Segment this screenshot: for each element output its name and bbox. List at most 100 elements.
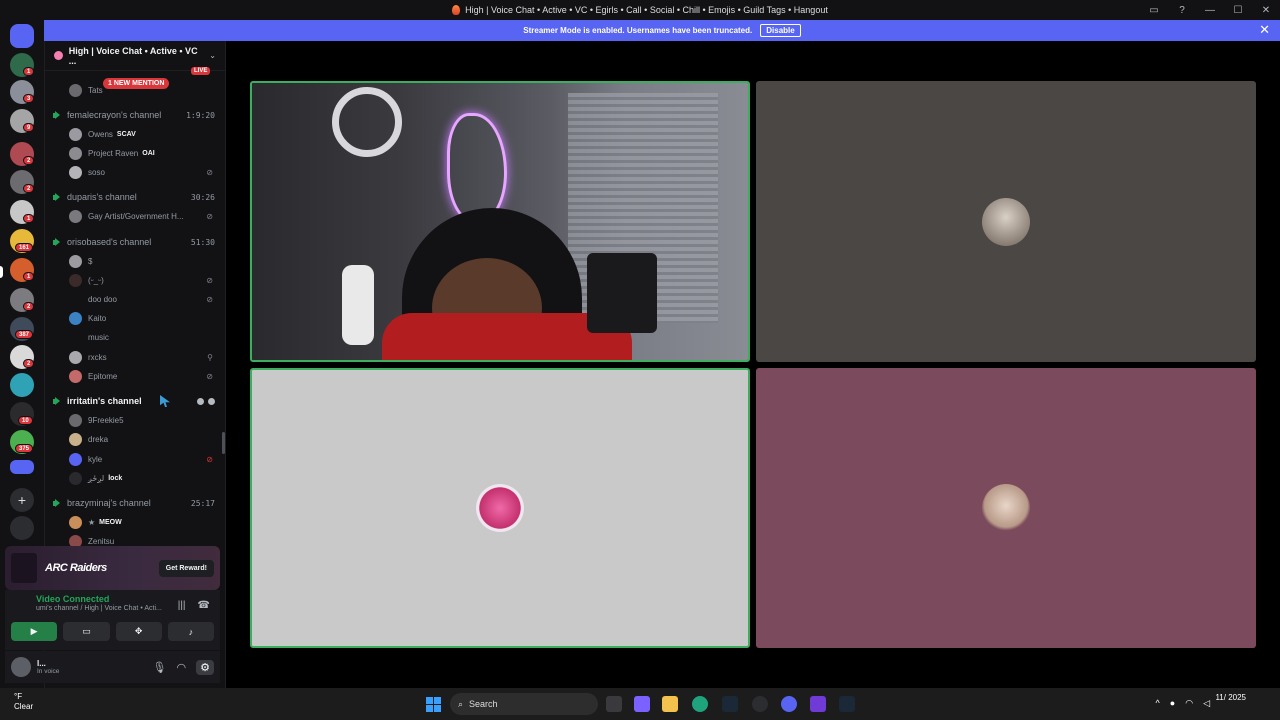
channel-name: orisobased's channel bbox=[67, 237, 152, 247]
chat-icon[interactable] bbox=[197, 397, 204, 405]
close-button[interactable]: ✕ bbox=[1252, 5, 1280, 16]
discover-icon[interactable] bbox=[10, 516, 34, 540]
deafened-icon: ⊘ bbox=[206, 276, 213, 285]
windows-taskbar: °F Clear ⌕ Search ^ ● ◠ ◁ 11/ 2025 bbox=[0, 688, 1280, 720]
username: soso bbox=[88, 168, 105, 177]
start-icon[interactable] bbox=[426, 697, 441, 712]
username: Gay Artist/Government H... bbox=[88, 212, 184, 221]
video-tile-avatar[interactable] bbox=[250, 368, 750, 648]
username: Tats bbox=[88, 86, 103, 95]
server-icon[interactable] bbox=[10, 460, 34, 474]
unread-badge: 2 bbox=[23, 184, 35, 193]
voice-user[interactable]: Gay Artist/Government H... ⊘ bbox=[69, 208, 219, 225]
voice-user[interactable]: (ᵕ_ᵕ) ⊘ bbox=[69, 272, 219, 289]
voice-user[interactable]: Project Raven OAI bbox=[69, 145, 219, 162]
help-icon[interactable]: ? bbox=[1168, 5, 1196, 16]
channel-actions bbox=[197, 397, 215, 405]
voice-user[interactable]: 9Freekie5 bbox=[69, 412, 219, 429]
channel-name: irritatin's channel bbox=[67, 396, 142, 406]
microphone-icon[interactable]: ● bbox=[1170, 698, 1175, 709]
chevron-up-icon[interactable]: ^ bbox=[1156, 698, 1160, 709]
streamer-mode-banner: Streamer Mode is enabled. Usernames have… bbox=[44, 20, 1280, 41]
voice-user[interactable]: music bbox=[69, 329, 219, 346]
maximize-button[interactable]: ☐ bbox=[1224, 5, 1252, 16]
voice-user[interactable]: doo doo ⊘ bbox=[69, 291, 219, 308]
voice-channel-active[interactable]: irritatin's channel bbox=[44, 393, 224, 409]
minimize-button[interactable]: — bbox=[1196, 5, 1224, 16]
steam-icon[interactable] bbox=[839, 696, 855, 712]
unread-badge: 2 bbox=[23, 302, 35, 311]
camera-button[interactable]: ▶ bbox=[11, 622, 58, 641]
voice-channel[interactable]: orisobased's channel 51:30 bbox=[44, 234, 224, 250]
headphones-icon[interactable]: ◠ bbox=[177, 661, 187, 674]
app-icon[interactable] bbox=[810, 696, 826, 712]
app-icon[interactable] bbox=[752, 696, 768, 712]
avatar bbox=[69, 472, 82, 485]
waveform-icon[interactable]: ||| bbox=[178, 600, 186, 611]
voice-user[interactable]: Kaito bbox=[69, 310, 219, 327]
guild-tag: lock bbox=[108, 475, 123, 482]
server-flame-icon bbox=[452, 5, 461, 15]
voice-user[interactable]: rxcks ⚲ bbox=[69, 349, 219, 366]
voice-channel[interactable]: brazyminaj's channel 25:17 bbox=[44, 495, 224, 511]
wifi-icon[interactable]: ◠ bbox=[1185, 698, 1193, 709]
inbox-icon[interactable]: ▭ bbox=[1140, 5, 1168, 16]
clock[interactable]: 11/ 2025 bbox=[1215, 692, 1246, 703]
deafened-icon: ⊘ bbox=[206, 295, 213, 304]
user-controls: 🎙 ◠ ⚙ bbox=[153, 659, 214, 675]
chevron-down-icon: ⌄ bbox=[209, 51, 216, 60]
server-icon[interactable] bbox=[10, 373, 34, 397]
window-title: High | Voice Chat • Active • VC • Egirls… bbox=[452, 5, 828, 15]
copilot-icon[interactable] bbox=[634, 696, 650, 712]
avatar bbox=[69, 516, 82, 529]
video-tile-camera[interactable] bbox=[250, 81, 750, 362]
deafened-icon: ⊘ bbox=[206, 168, 213, 177]
microphone-icon[interactable]: 🎙 bbox=[153, 661, 167, 674]
voice-user[interactable]: Owens SCAV bbox=[69, 126, 219, 143]
avatar bbox=[982, 484, 1030, 532]
voice-user[interactable]: ★ MEOW bbox=[69, 514, 219, 531]
username: music bbox=[88, 333, 109, 342]
voice-user[interactable]: Epitome ⊘ bbox=[69, 368, 219, 385]
add-server-icon[interactable]: + bbox=[10, 488, 34, 512]
voice-channel[interactable]: duparis's channel 30:26 bbox=[44, 189, 224, 205]
avatar bbox=[69, 84, 82, 97]
voice-user[interactable]: $ bbox=[69, 253, 219, 270]
video-tile-avatar[interactable] bbox=[756, 368, 1256, 648]
user-info[interactable]: l... In voice bbox=[37, 659, 59, 675]
activities-button[interactable]: ✥ bbox=[115, 622, 162, 641]
voice-user[interactable]: لږځږ lock bbox=[69, 470, 219, 487]
volume-icon[interactable]: ◁ bbox=[1203, 698, 1210, 709]
soundboard-button[interactable]: ♪ bbox=[167, 622, 214, 641]
unread-badge: 10 bbox=[18, 416, 33, 425]
new-mention-badge[interactable]: 1 NEW MENTION bbox=[103, 78, 170, 89]
task-view-icon[interactable] bbox=[606, 696, 622, 712]
video-tile-avatar[interactable] bbox=[756, 81, 1256, 362]
sidebar-scrollbar[interactable] bbox=[222, 432, 225, 454]
discord-icon[interactable] bbox=[781, 696, 797, 712]
promo-logo: ARC Raiders bbox=[45, 562, 107, 574]
channel-timer: 51:30 bbox=[190, 237, 215, 247]
screen-share-button[interactable]: ▭ bbox=[63, 622, 110, 641]
close-banner-icon[interactable]: ✕ bbox=[1259, 22, 1270, 38]
voice-user[interactable]: dreka bbox=[69, 431, 219, 448]
disable-streamer-mode-button[interactable]: Disable bbox=[760, 24, 801, 37]
voice-user[interactable]: soso ⊘ bbox=[69, 164, 219, 181]
file-explorer-icon[interactable] bbox=[662, 696, 678, 712]
taskbar-search[interactable]: ⌕ Search bbox=[450, 693, 598, 715]
gear-icon[interactable]: ⚙ bbox=[196, 659, 214, 675]
avatar[interactable] bbox=[11, 657, 31, 677]
voice-channel[interactable]: femalecrayon's channel 1:9:20 bbox=[44, 107, 224, 123]
home-icon[interactable] bbox=[10, 24, 34, 48]
hangup-icon[interactable]: ☎ bbox=[198, 600, 210, 611]
avatar bbox=[69, 293, 82, 306]
promo-banner[interactable]: ARC Raiders Get Reward! bbox=[5, 546, 220, 590]
edge-icon[interactable] bbox=[692, 696, 708, 712]
invite-icon[interactable] bbox=[208, 397, 215, 405]
avatar bbox=[476, 484, 524, 532]
steam-icon[interactable] bbox=[722, 696, 738, 712]
get-reward-button[interactable]: Get Reward! bbox=[158, 559, 214, 577]
voice-user[interactable]: kyle ⊘ bbox=[69, 451, 219, 468]
weather-widget[interactable]: °F Clear bbox=[14, 692, 33, 712]
avatar bbox=[69, 331, 82, 344]
